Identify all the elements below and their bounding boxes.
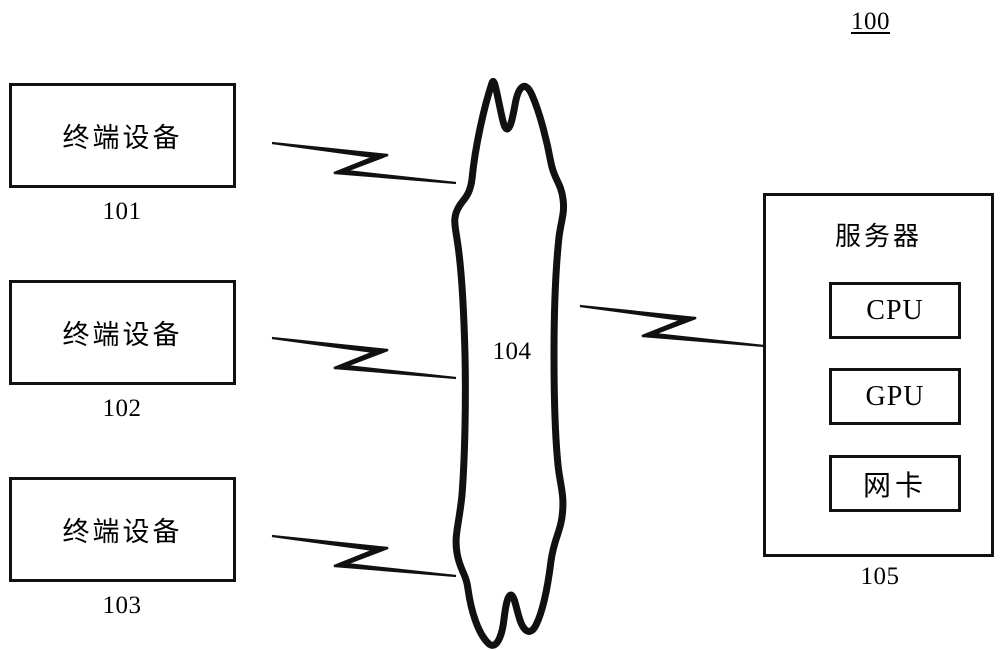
lightning-bolt-icon-network-to-server <box>579 304 765 348</box>
lightning-bolt-icon-terminal-2 <box>271 336 457 380</box>
terminal-device-label: 终端设备 <box>62 517 183 548</box>
terminal-device-label: 终端设备 <box>62 123 183 154</box>
lightning-bolt-icon-terminal-3 <box>271 534 457 578</box>
server-unit-network-card[interactable]: 网卡 <box>829 455 961 512</box>
terminal-device-box-102[interactable]: 终端设备 <box>9 280 236 385</box>
reference-numeral-103: 103 <box>102 592 142 619</box>
reference-numeral-105: 105 <box>860 563 900 590</box>
terminal-device-label: 终端设备 <box>62 320 183 351</box>
server-unit-label: CPU <box>866 294 924 326</box>
terminal-device-box-101[interactable]: 终端设备 <box>9 83 236 188</box>
lightning-bolt-icon-terminal-1 <box>271 141 457 185</box>
server-unit-label: 网卡 <box>862 468 927 502</box>
network-cloud-label: 104 <box>492 338 532 365</box>
figure-number: 100 <box>851 8 890 35</box>
server-unit-label: GPU <box>865 380 925 412</box>
server-title: 服务器 <box>834 222 922 252</box>
terminal-device-box-103[interactable]: 终端设备 <box>9 477 236 582</box>
server-unit-gpu[interactable]: GPU <box>829 368 961 425</box>
reference-numeral-102: 102 <box>102 395 142 422</box>
server-box[interactable]: 服务器 CPU GPU 网卡 <box>763 193 994 557</box>
reference-numeral-101: 101 <box>102 198 142 225</box>
server-unit-cpu[interactable]: CPU <box>829 282 961 339</box>
figure-canvas: 100 终端设备 101 终端设备 102 终端设备 103 104 服务器 C… <box>0 0 1000 651</box>
